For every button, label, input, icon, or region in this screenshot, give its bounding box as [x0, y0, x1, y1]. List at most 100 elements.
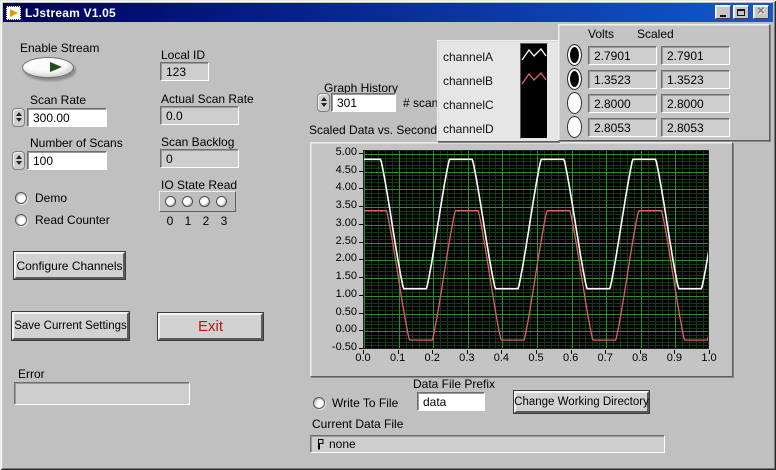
scaled-value-1: 1.3523 [661, 70, 730, 89]
plot-visibility-indicator[interactable] [567, 92, 582, 114]
y-tick-label: 4.50 [313, 164, 357, 176]
legend-item-channelD[interactable]: channelD [443, 118, 494, 140]
legend-waveform-sample [521, 47, 547, 63]
y-tick-mark [359, 295, 363, 296]
x-tick-mark [571, 350, 572, 354]
scan-backlog-field: 0 [160, 149, 239, 168]
graph-title: Scaled Data vs. Seconds [309, 123, 443, 137]
window-title: LJstream V1.05 [25, 6, 116, 20]
window-titlebar[interactable]: LJstream V1.05 ✕ [3, 3, 773, 22]
current-data-file-value: none [329, 437, 356, 451]
volts-header: Volts [588, 27, 614, 41]
y-tick-mark [359, 277, 363, 278]
close-button[interactable]: ✕ [753, 5, 769, 19]
decrement-icon[interactable] [16, 161, 22, 165]
data-file-prefix-input[interactable]: data [417, 392, 485, 411]
actual-scan-rate-field: 0.0 [160, 106, 239, 125]
y-tick-label: 1.50 [313, 270, 357, 282]
volts-value-0: 2.7901 [588, 46, 657, 65]
local-id-label: Local ID [161, 48, 205, 62]
x-tick-mark [467, 350, 468, 354]
io-bit-label: 0 [164, 214, 176, 228]
scan-rate-stepper[interactable] [12, 108, 25, 127]
x-tick-mark [432, 350, 433, 354]
y-tick-mark [359, 348, 363, 349]
current-data-file-field: none [310, 435, 665, 453]
current-data-file-label: Current Data File [312, 417, 403, 431]
y-tick-mark [359, 259, 363, 260]
legend-item-channelB[interactable]: channelB [443, 70, 493, 92]
minimize-icon [720, 15, 726, 17]
graph-history-input[interactable]: 301 [331, 93, 396, 112]
io-bit-label: 2 [200, 214, 212, 228]
number-of-scans-input[interactable]: 100 [27, 151, 107, 170]
y-tick-label: 3.50 [313, 199, 357, 211]
local-id-input[interactable]: 123 [160, 62, 209, 81]
error-label: Error [18, 367, 45, 381]
x-tick-mark [398, 350, 399, 354]
data-file-prefix-label: Data File Prefix [413, 377, 495, 391]
x-tick-mark [709, 350, 710, 354]
plot-visibility-indicator[interactable] [567, 44, 582, 66]
y-tick-mark [359, 171, 363, 172]
x-tick-mark [674, 350, 675, 354]
enable-stream-label: Enable Stream [20, 41, 99, 55]
legend-item-channelA[interactable]: channelA [443, 46, 493, 68]
number-of-scans-label: Number of Scans [30, 136, 123, 150]
y-tick-mark [359, 188, 363, 189]
io-bit-label: 3 [218, 214, 230, 228]
legend-item-channelC[interactable]: channelC [443, 94, 494, 116]
configure-channels-button[interactable]: Configure Channels [14, 252, 125, 279]
volts-value-1: 1.3523 [588, 70, 657, 89]
read-counter-label: Read Counter [35, 213, 110, 227]
io-led-2 [199, 196, 210, 207]
y-tick-label: 5.00 [313, 146, 357, 158]
y-tick-label: 1.00 [313, 288, 357, 300]
actual-scan-rate-label: Actual Scan Rate [161, 92, 254, 106]
change-working-directory-button[interactable]: Change Working Directory [514, 391, 649, 413]
decrement-icon[interactable] [321, 103, 327, 107]
io-state-read-label: IO State Read [161, 178, 237, 192]
legend-waveform-sample [521, 95, 547, 111]
path-type-icon [316, 438, 325, 450]
scaled-value-2: 2.8000 [661, 94, 730, 113]
minimize-button[interactable] [715, 5, 731, 19]
app-window: LJstream V1.05 ✕ Enable Stream Scan Rate… [0, 0, 776, 470]
error-field [14, 382, 190, 405]
x-tick-mark [536, 350, 537, 354]
waveform-plot [363, 150, 709, 349]
number-of-scans-stepper[interactable] [12, 151, 25, 170]
scaled-value-0: 2.7901 [661, 46, 730, 65]
maximize-button[interactable] [733, 5, 749, 19]
graph-history-stepper[interactable] [317, 93, 330, 112]
decrement-icon[interactable] [16, 118, 22, 122]
y-tick-mark [359, 206, 363, 207]
increment-icon[interactable] [16, 155, 22, 159]
scan-rate-input[interactable]: 300.00 [27, 108, 107, 127]
scan-rate-label: Scan Rate [30, 93, 86, 107]
scan-backlog-label: Scan Backlog [161, 135, 234, 149]
maximize-icon [737, 9, 745, 16]
plot-visibility-indicator[interactable] [567, 116, 582, 138]
labview-vi-icon [6, 6, 21, 20]
read-counter-radio[interactable] [15, 214, 27, 226]
io-led-1 [182, 196, 193, 207]
legend-waveform-sample [521, 71, 547, 87]
exit-button[interactable]: Exit [158, 313, 263, 340]
x-tick-mark [605, 350, 606, 354]
demo-label: Demo [35, 191, 67, 205]
increment-icon[interactable] [321, 97, 327, 101]
y-tick-mark [359, 313, 363, 314]
demo-radio[interactable] [15, 192, 27, 204]
volts-value-2: 2.8000 [588, 94, 657, 113]
save-current-settings-button[interactable]: Save Current Settings [12, 312, 129, 340]
y-tick-label: 2.00 [313, 252, 357, 264]
write-to-file-radio[interactable] [313, 397, 325, 409]
x-tick-mark [640, 350, 641, 354]
y-tick-mark [359, 242, 363, 243]
plot-visibility-indicator[interactable] [567, 68, 582, 90]
x-tick-mark [363, 350, 364, 354]
volts-value-3: 2.8053 [588, 118, 657, 137]
enable-stream-switch[interactable] [22, 57, 74, 78]
increment-icon[interactable] [16, 112, 22, 116]
